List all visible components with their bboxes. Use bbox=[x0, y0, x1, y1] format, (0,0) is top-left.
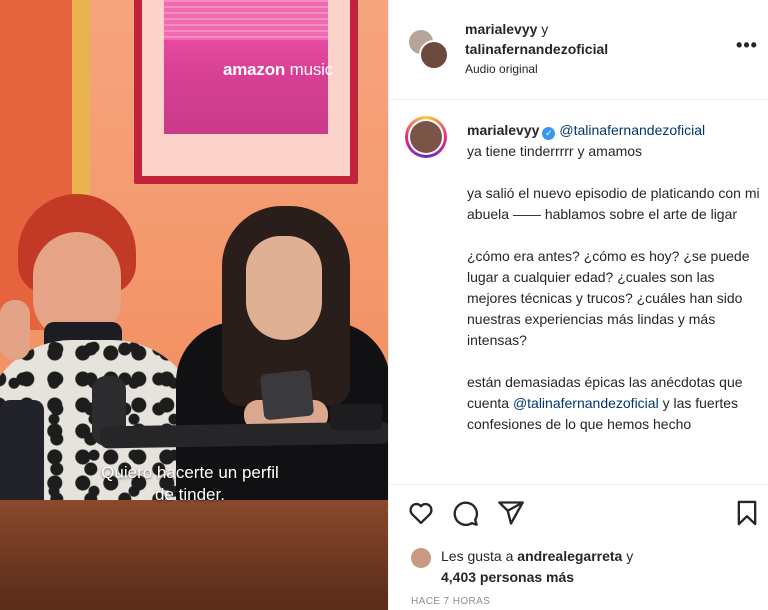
collab-avatars[interactable] bbox=[407, 28, 449, 70]
video-subtitle: Quiero hacerte un perfil de tinder. bbox=[20, 462, 360, 506]
likes-prefix: Les gusta a bbox=[441, 548, 514, 564]
smartphone bbox=[259, 369, 315, 421]
more-options-icon[interactable]: ••• bbox=[735, 36, 759, 58]
wall-artwork-stripes bbox=[164, 0, 328, 40]
video-subtitle-line-2: de tinder. bbox=[155, 485, 225, 504]
comment-icon[interactable] bbox=[451, 499, 479, 527]
audio-link[interactable]: Audio original bbox=[465, 62, 538, 76]
verified-badge-icon: ✓ bbox=[542, 127, 556, 140]
likes-conjunction: y bbox=[626, 548, 634, 564]
amazon-music-logo: amazon music bbox=[223, 60, 334, 79]
post-video[interactable]: amazon music Quiero hacerte un perfil de… bbox=[0, 0, 388, 610]
share-icon[interactable] bbox=[497, 499, 525, 527]
bookmark-icon[interactable] bbox=[733, 499, 761, 527]
story-ring-avatar[interactable] bbox=[405, 116, 447, 158]
instagram-post: amazon music Quiero hacerte un perfil de… bbox=[0, 0, 768, 610]
caption-line-1: ya tiene tinderrrrr y amamos bbox=[467, 143, 643, 159]
caption-mention[interactable]: @talinafernandezoficial bbox=[559, 122, 705, 138]
header-username-2[interactable]: talinafernandezoficial bbox=[465, 39, 608, 59]
caption-author[interactable]: marialevyy bbox=[467, 122, 539, 138]
caption-paragraph-3: ¿cómo era antes? ¿cómo es hoy? ¿se puede… bbox=[467, 248, 750, 348]
likes-user[interactable]: andrealegarreta bbox=[517, 548, 622, 564]
liker-avatar[interactable] bbox=[411, 548, 431, 568]
header-conjunction: y bbox=[541, 21, 549, 37]
header-username-1[interactable]: marialevyy bbox=[465, 21, 537, 37]
caption-paragraph-2: ya salió el nuevo episodio de platicando… bbox=[467, 185, 760, 222]
avatar[interactable] bbox=[410, 121, 442, 153]
caption-paragraph-4-mention[interactable]: @talinafernandezoficial bbox=[513, 395, 659, 411]
caption-paragraph-4: están demasiadas épicas las anécdotas qu… bbox=[467, 372, 763, 435]
likes-text: Les gusta a andrealegarreta y 4,403 pers… bbox=[441, 546, 751, 588]
grandmother-hand bbox=[0, 300, 30, 360]
wooden-table bbox=[0, 500, 388, 610]
action-bar bbox=[389, 484, 768, 540]
post-header: marialevyy y talinafernandezoficial Audi… bbox=[389, 0, 768, 100]
header-usernames: marialevyy y bbox=[465, 19, 548, 39]
likes-count[interactable]: 4,403 personas más bbox=[441, 569, 574, 585]
avatar-talinafernandezoficial[interactable] bbox=[419, 40, 449, 70]
post-caption: marialevyy ✓ @talinafernandezoficial ya ti… bbox=[389, 100, 768, 484]
video-subtitle-line-1: Quiero hacerte un perfil bbox=[101, 463, 279, 482]
granddaughter-face bbox=[246, 236, 322, 340]
microphone-stand bbox=[330, 404, 382, 430]
post-timestamp[interactable]: HACE 7 HORAS bbox=[411, 596, 490, 607]
caption-text: marialevyy ✓ @talinafernandezoficial ya ti… bbox=[467, 120, 763, 435]
heart-icon[interactable] bbox=[407, 499, 435, 527]
post-side-panel: marialevyy y talinafernandezoficial Audi… bbox=[388, 0, 768, 610]
